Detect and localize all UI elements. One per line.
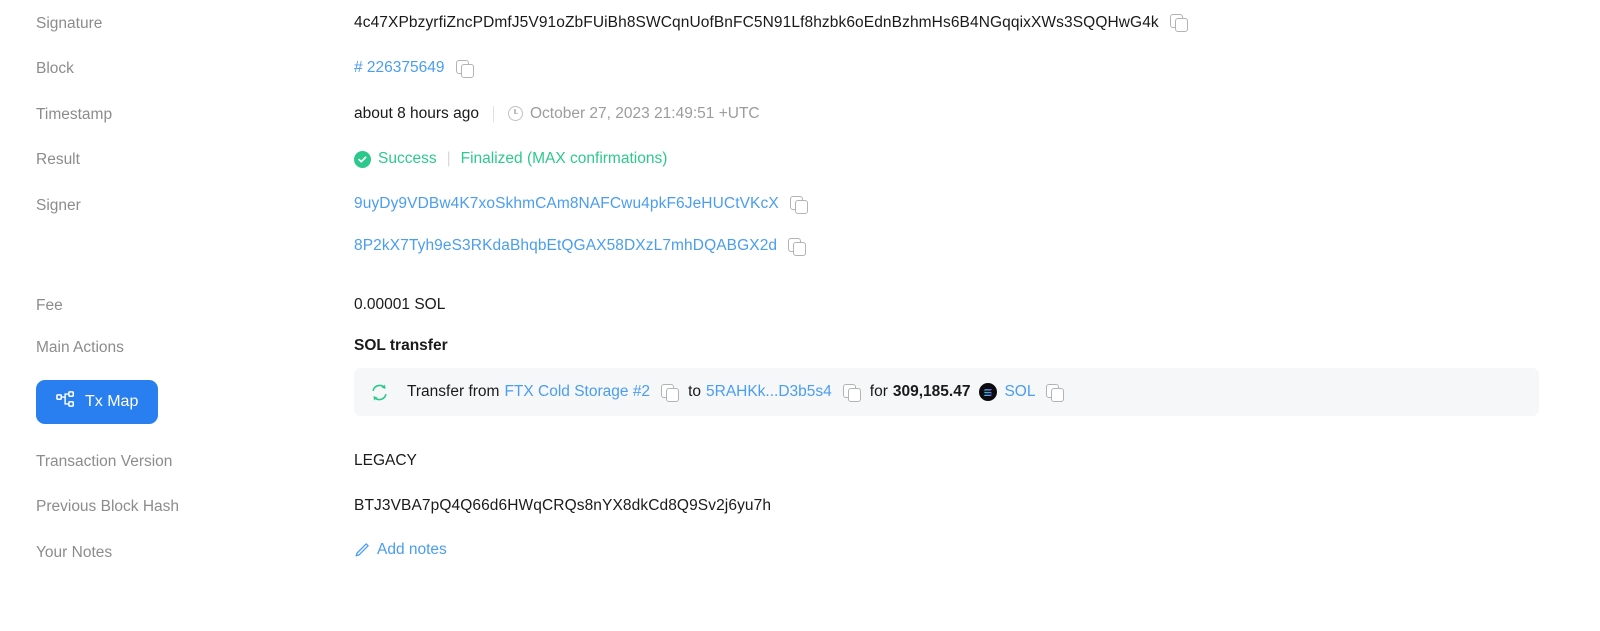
row-result: Result Success | Finalized (MAX confirma… (0, 136, 1600, 182)
add-notes-button[interactable]: Add notes (354, 540, 447, 560)
row-your-notes: Your Notes Add notes (0, 529, 1600, 574)
label-main-actions: Main Actions (36, 339, 124, 356)
label-signature: Signature (36, 14, 103, 32)
copy-icon[interactable] (661, 383, 680, 402)
main-actions-content: SOL transfer Transfer from FTX Cold Stor… (354, 336, 1564, 416)
swap-icon (370, 383, 389, 402)
label-main-actions-container: Main Actions Tx Map (36, 336, 354, 424)
copy-icon[interactable] (842, 383, 861, 402)
copy-icon[interactable] (455, 59, 474, 78)
timestamp-divider (492, 105, 494, 122)
label-previous-block-hash: Previous Block Hash (36, 498, 180, 515)
value-block-container: # 226375649 (354, 58, 1564, 78)
previous-block-hash-value: BTJ3VBA7pQ4Q66d6HWqCRQs8nYX8dkCd8Q9Sv2j6… (354, 497, 772, 514)
label-block: Block (36, 60, 74, 77)
label-result: Result (36, 151, 80, 168)
timestamp-relative: about 8 hours ago (354, 104, 479, 122)
row-main-actions: Main Actions Tx Map SOL transfer Transfe… (0, 328, 1600, 438)
clock-icon (507, 106, 523, 121)
transaction-version-value: LEGACY (354, 451, 417, 469)
add-notes-label: Add notes (377, 540, 447, 558)
transfer-token-link[interactable]: SOL (1004, 382, 1035, 402)
row-previous-block-hash: Previous Block Hash BTJ3VBA7pQ4Q66d6HWqC… (0, 483, 1600, 529)
status-confirmations: Finalized (MAX confirmations) (460, 150, 668, 167)
block-link[interactable]: # 226375649 (354, 58, 445, 78)
fee-value: 0.00001 SOL (354, 296, 446, 313)
copy-icon[interactable] (788, 237, 807, 256)
sol-token-icon (979, 383, 998, 401)
copy-icon[interactable] (789, 195, 808, 214)
row-block: Block # 226375649 (0, 45, 1600, 91)
copy-icon[interactable] (1046, 383, 1065, 402)
transfer-to-link[interactable]: 5RAHKk...D3b5s4 (706, 382, 832, 402)
action-title: SOL transfer (354, 337, 448, 354)
row-fee: Fee 0.00001 SOL (0, 282, 1600, 328)
label-your-notes: Your Notes (36, 543, 113, 561)
row-signer: Signer 9uyDy9VDBw4K7xoSkhmCAm8NAFCwu4pkF… (0, 182, 1600, 282)
copy-icon[interactable] (1169, 14, 1188, 32)
tx-map-button[interactable]: Tx Map (36, 380, 159, 424)
label-transaction-version: Transaction Version (36, 452, 173, 470)
your-notes-value: Add notes (354, 540, 1564, 564)
result-divider: | (446, 150, 451, 167)
pencil-icon (354, 542, 370, 558)
label-timestamp: Timestamp (36, 105, 113, 123)
label-fee: Fee (36, 297, 63, 314)
transfer-card: Transfer from FTX Cold Storage #2 to 5RA… (354, 368, 1539, 416)
timestamp-absolute: October 27, 2023 21:49:51 +UTC (529, 104, 760, 122)
signer-item: 9uyDy9VDBw4K7xoSkhmCAm8NAFCwu4pkF6JeHUCt… (354, 194, 1564, 214)
value-signature-container: 4c47XPbzyrfiZncPDmfJ5V91oZbFUiBh8SWCqnUo… (354, 13, 1564, 33)
signer-address-link[interactable]: 9uyDy9VDBw4K7xoSkhmCAm8NAFCwu4pkF6JeHUCt… (354, 194, 779, 214)
signature-value: 4c47XPbzyrfiZncPDmfJ5V91oZbFUiBh8SWCqnUo… (354, 13, 1159, 31)
transfer-from-link[interactable]: FTX Cold Storage #2 (504, 382, 650, 402)
signer-item: 8P2kX7Tyh9eS3RKdaBhqbEtQGAX58DXzL7mhDQAB… (354, 236, 1564, 256)
tx-map-button-label: Tx Map (85, 393, 139, 410)
row-signature: Signature 4c47XPbzyrfiZncPDmfJ5V91oZbFUi… (0, 0, 1600, 45)
transfer-for-label: for (869, 383, 888, 400)
transfer-prefix: Transfer from (407, 383, 500, 400)
transfer-amount: 309,185.47 (892, 383, 971, 400)
transfer-mid-label: to (688, 383, 701, 400)
value-result-container: Success | Finalized (MAX confirmations) (354, 149, 1564, 169)
value-signer-container: 9uyDy9VDBw4K7xoSkhmCAm8NAFCwu4pkF6JeHUCt… (354, 194, 1564, 256)
status-badge-success: Success (378, 150, 437, 167)
row-transaction-version: Transaction Version LEGACY (0, 438, 1600, 483)
value-timestamp-container: about 8 hours ago October 27, 2023 21:49… (354, 104, 1564, 124)
check-circle-icon (354, 150, 371, 168)
transaction-details-page: Signature 4c47XPbzyrfiZncPDmfJ5V91oZbFUi… (0, 0, 1600, 631)
row-timestamp: Timestamp about 8 hours ago October 27, … (0, 91, 1600, 136)
signer-address-link[interactable]: 8P2kX7Tyh9eS3RKdaBhqbEtQGAX58DXzL7mhDQAB… (354, 236, 777, 256)
transfer-description: Transfer from FTX Cold Storage #2 to 5RA… (407, 382, 1065, 402)
label-signer: Signer (36, 197, 81, 214)
tx-map-icon (56, 391, 75, 413)
